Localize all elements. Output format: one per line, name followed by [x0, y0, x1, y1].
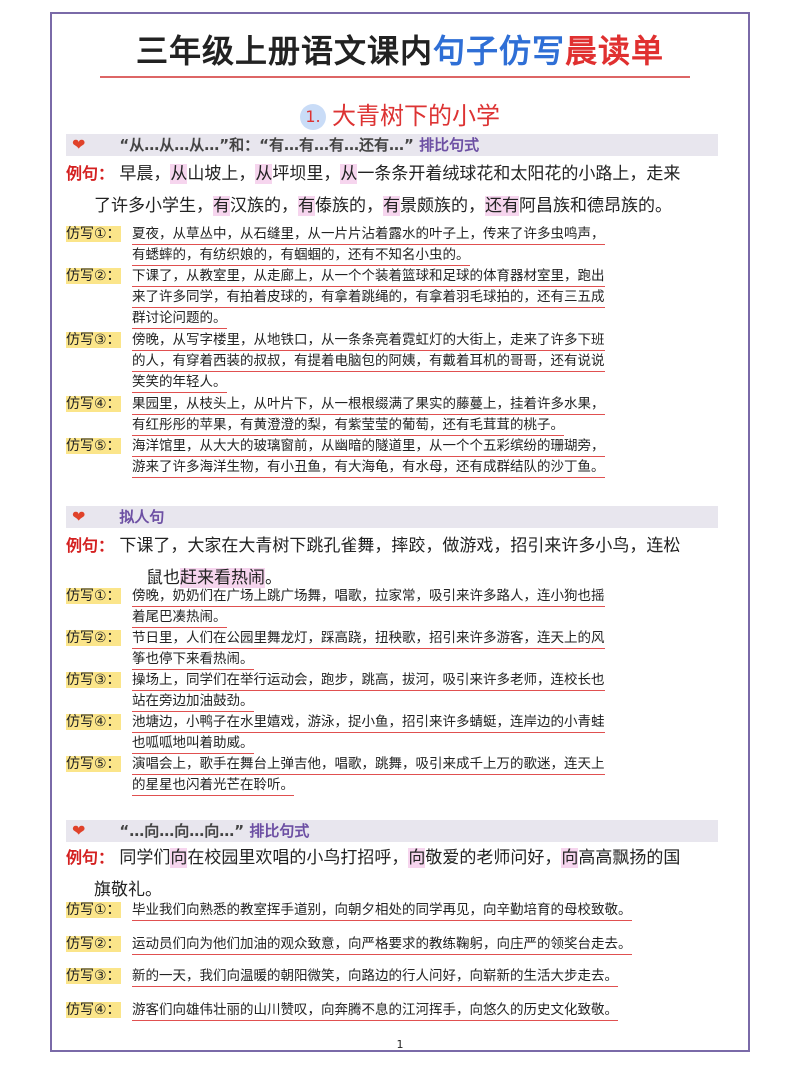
imitation-item: 仿写④： 池塘边，小鸭子在水里嬉戏，游泳，捉小鱼，招引来许多蜻蜓，连岸边的小青蛙也…	[66, 712, 726, 754]
heart-icon: ❤	[72, 821, 86, 840]
imitation-item: 仿写②： 运动员们向为他们加油的观众致意，向严格要求的教练鞠躬，向庄严的领奖台走去…	[66, 934, 726, 955]
imitation-item: 仿写①： 毕业我们向熟悉的教室挥手道别，向朝夕相处的同学再见，向辛勤培育的母校致敬…	[66, 900, 726, 921]
imitation-item: 仿写②： 节日里，人们在公园里舞龙灯，踩高跷，扭秧歌，招引来许多游客，连天上的风筝…	[66, 628, 726, 670]
imitation-item: 仿写①： 夏夜，从草丛中，从石缝里，从一片片沾着露水的叶子上，传来了许多虫鸣声，有…	[66, 224, 726, 266]
page-number: 1	[396, 1038, 404, 1051]
lesson-number-badge: 1.	[300, 104, 326, 130]
section-heading: ❤ “从…从…从…”和：“有…有…有…还有…” 排比句式	[66, 134, 718, 156]
section-heading: ❤ “…向…向…向…” 排比句式	[66, 820, 718, 842]
page-title: 三年级上册语文课内句子仿写晨读单	[135, 32, 665, 70]
heart-icon: ❤	[72, 135, 86, 154]
imitation-item: 仿写④： 果园里，从枝头上，从叶片下，从一根根缀满了果实的藤蔓上，挂着许多水果，有…	[66, 394, 726, 436]
imitation-item: 仿写⑤： 演唱会上，歌手在舞台上弹吉他，唱歌，跳舞，吸引来成千上万的歌迷，连天上的…	[66, 754, 726, 796]
heart-icon: ❤	[72, 507, 86, 526]
example-sentence: 例句： 早晨，从山坡上，从坪坝里，从一条条开着绒球花和太阳花的小路上，走来 了许…	[66, 164, 681, 216]
section-heading: ❤ 拟人句	[66, 506, 718, 528]
imitation-item: 仿写②： 下课了，从教室里，从走廊上，从一个个装着篮球和足球的体育器材室里，跑出来…	[66, 266, 726, 329]
imitation-item: 仿写③： 新的一天，我们向温暖的朝阳微笑，向路边的行人问好，向崭新的生活大步走去。	[66, 966, 726, 987]
imitation-item: 仿写①： 傍晚，奶奶们在广场上跳广场舞，唱歌，拉家常，吸引来许多路人，连小狗也摇着…	[66, 586, 726, 628]
imitation-item: 仿写③： 傍晚，从写字楼里，从地铁口，从一条条亮着霓虹灯的大街上，走来了许多下班的…	[66, 330, 726, 393]
imitation-item: 仿写④： 游客们向雄伟壮丽的山川赞叹，向奔腾不息的江河挥手，向悠久的历史文化致敬。	[66, 1000, 726, 1021]
lesson-title: 1. 大青树下的小学	[0, 96, 800, 131]
example-sentence: 例句： 同学们向在校园里欢唱的小鸟打招呼，向敬爱的老师问好，向高高飘扬的国 旗敬…	[66, 848, 681, 900]
title-divider	[100, 76, 690, 78]
imitation-item: 仿写⑤： 海洋馆里，从大大的玻璃窗前，从幽暗的隧道里，从一个个五彩缤纷的珊瑚旁，游…	[66, 436, 726, 478]
imitation-item: 仿写③： 操场上，同学们在举行运动会，跑步，跳高，拔河，吸引来许多老师，连校长也站…	[66, 670, 726, 712]
example-sentence: 例句： 下课了，大家在大青树下跳孔雀舞，摔跤，做游戏，招引来许多小鸟，连松 鼠也…	[66, 536, 681, 588]
